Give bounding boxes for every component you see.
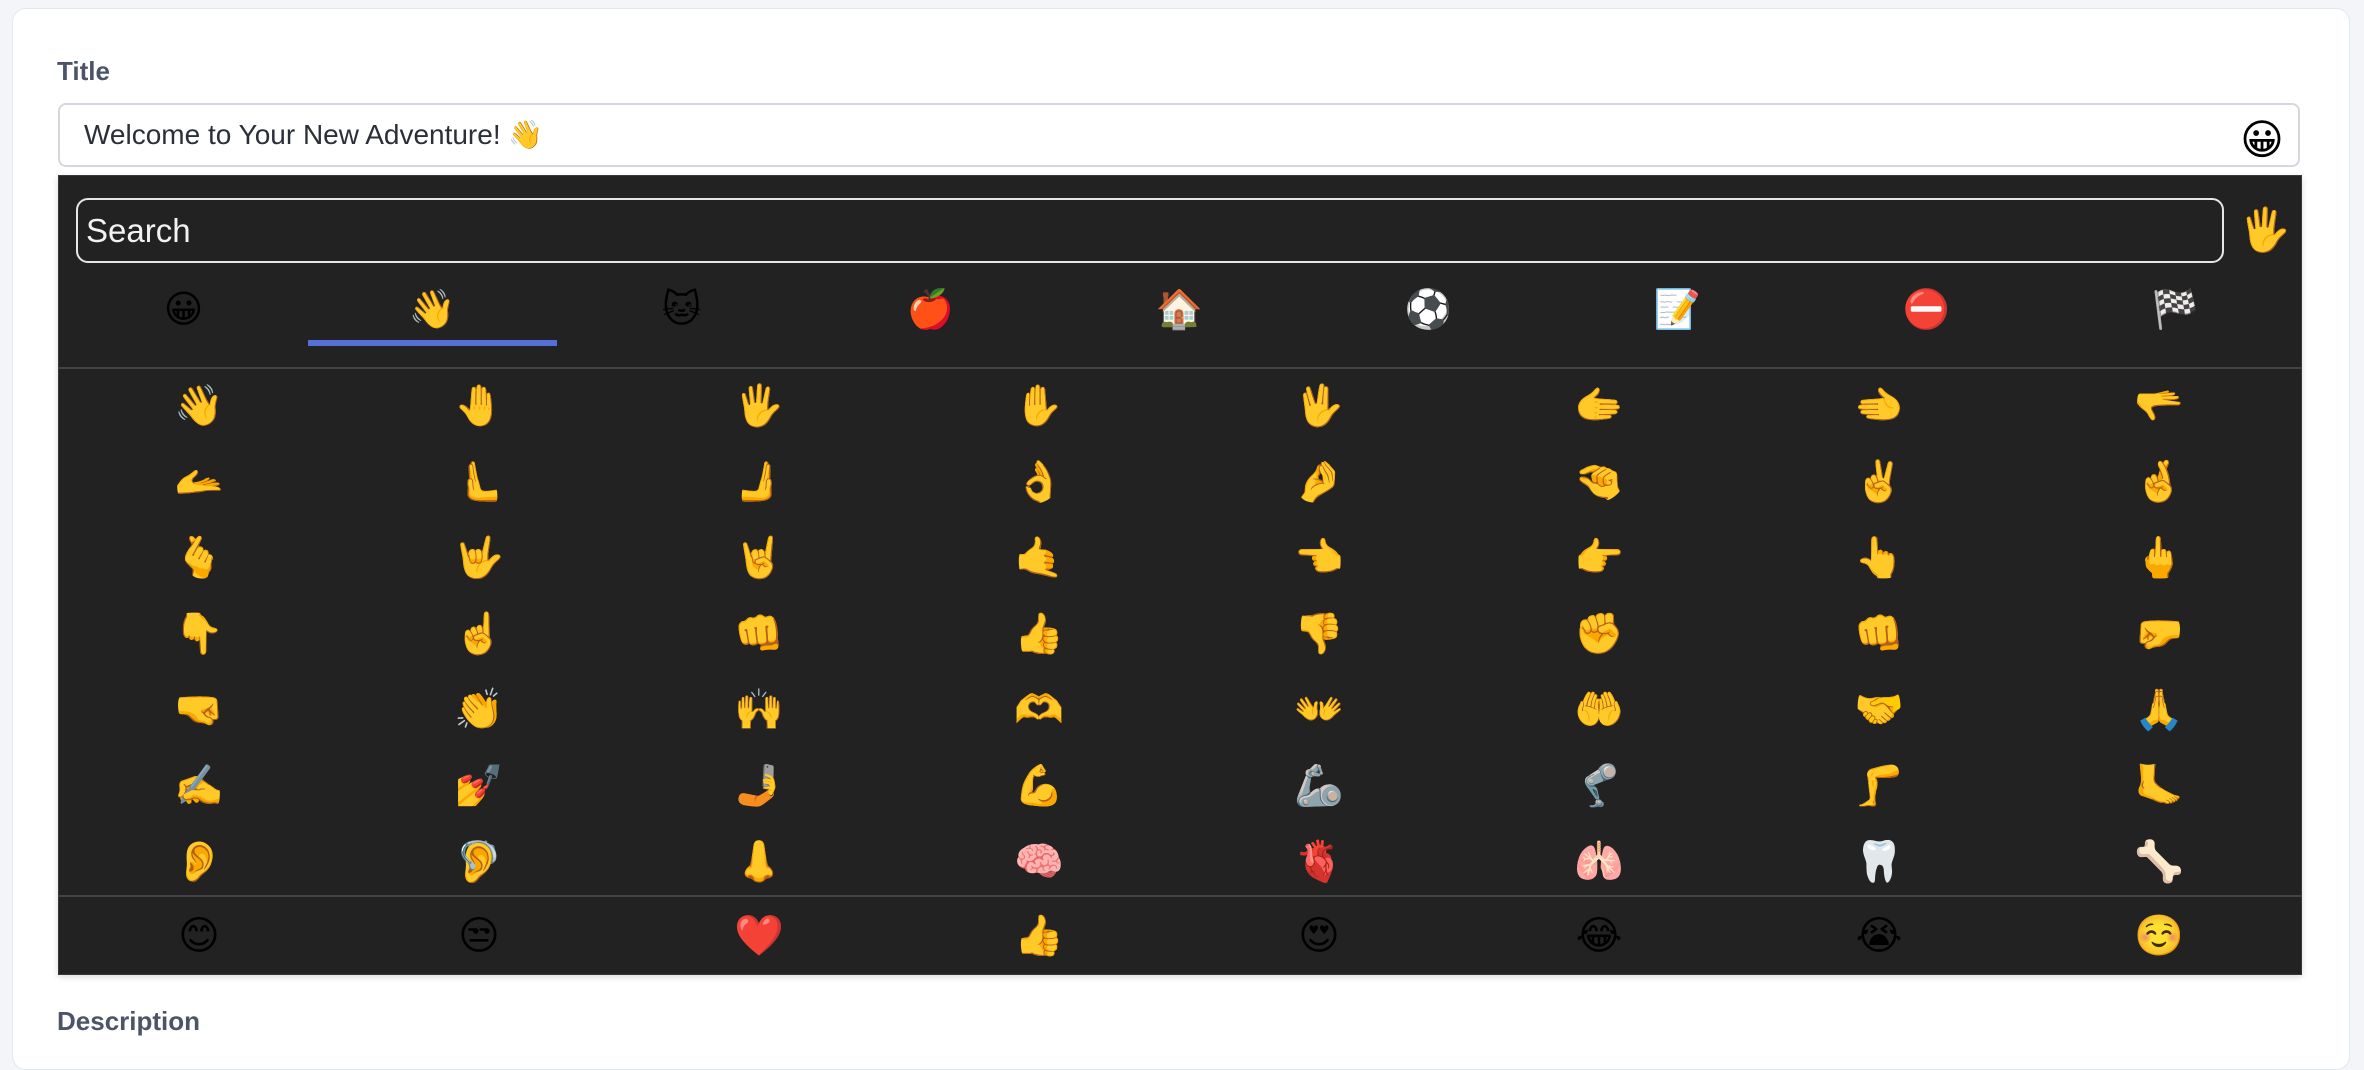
emoji-cell[interactable]: 👆 <box>1739 520 2019 596</box>
emoji-cell[interactable]: 🫳 <box>2019 368 2299 444</box>
tab-activities[interactable]: ⚽ <box>1304 276 1553 344</box>
emoji-cell[interactable]: 🦻 <box>339 824 619 900</box>
emoji-cell[interactable]: 💅 <box>339 748 619 824</box>
frequently-used-row: 😊 😒 ❤️ 👍 😍 😂 😭 ☺️ <box>59 898 2301 974</box>
emoji-cell[interactable]: 🫲 <box>1739 368 2019 444</box>
emoji-cell[interactable]: 👇 <box>59 596 339 672</box>
title-label: Title <box>57 56 110 86</box>
emoji-cell[interactable]: 🫷 <box>339 444 619 520</box>
tab-smileys[interactable]: 😀 <box>59 276 308 344</box>
title-input[interactable]: Welcome to Your New Adventure! 👋 <box>58 103 2300 167</box>
emoji-cell[interactable]: 🫁 <box>1459 824 1739 900</box>
emoji-cell[interactable]: 🦵 <box>1739 748 2019 824</box>
emoji-cell[interactable]: 💪 <box>899 748 1179 824</box>
emoji-cell[interactable]: ✋ <box>899 368 1179 444</box>
emoji-cell[interactable]: 🖖 <box>1179 368 1459 444</box>
frequent-divider <box>59 895 2301 897</box>
emoji-picker: Search 🖐 😀 👋 🐱 🍎 🏠 ⚽ 📝 ⛔ 🏁 👋 🤚 🖐 ✋ 🖖 🫱 🫲 🫳 🫴 🫷 🫸 👌 🤌 🤏 ✌️ 🤞 🫰 🤟 🤘 🤙… <box>58 175 2302 975</box>
emoji-cell[interactable]: 🫰 <box>59 520 339 596</box>
emoji-cell[interactable]: 🧠 <box>899 824 1179 900</box>
frequent-emoji-cell[interactable]: 👍 <box>899 898 1179 974</box>
emoji-cell[interactable]: 🤙 <box>899 520 1179 596</box>
frequent-emoji-cell[interactable]: ☺️ <box>2019 898 2299 974</box>
frequent-emoji-cell[interactable]: 😊 <box>59 898 339 974</box>
emoji-cell[interactable]: 🖕 <box>2019 520 2299 596</box>
emoji-cell[interactable]: 👌 <box>899 444 1179 520</box>
emoji-cell[interactable]: 🦶 <box>2019 748 2299 824</box>
emoji-cell[interactable]: 🫶 <box>899 672 1179 748</box>
emoji-cell[interactable]: 🤌 <box>1179 444 1459 520</box>
emoji-cell[interactable]: 👉 <box>1459 520 1739 596</box>
emoji-cell[interactable]: 🤛 <box>2019 596 2299 672</box>
emoji-cell[interactable]: 🫀 <box>1179 824 1459 900</box>
emoji-cell[interactable]: 🤏 <box>1459 444 1739 520</box>
emoji-cell[interactable]: 🦴 <box>2019 824 2299 900</box>
emoji-cell[interactable]: 🖐 <box>619 368 899 444</box>
emoji-cell[interactable]: ✊ <box>1459 596 1739 672</box>
frequent-emoji-cell[interactable]: 😂 <box>1459 898 1739 974</box>
tab-symbols[interactable]: ⛔ <box>1802 276 2051 344</box>
emoji-cell[interactable]: 👊 <box>1739 596 2019 672</box>
emoji-cell[interactable]: 🤳 <box>619 748 899 824</box>
emoji-category-tabs: 😀 👋 🐱 🍎 🏠 ⚽ 📝 ⛔ 🏁 <box>59 276 2301 346</box>
emoji-cell[interactable]: 🫴 <box>59 444 339 520</box>
emoji-cell[interactable]: 🙏 <box>2019 672 2299 748</box>
emoji-cell[interactable]: 👐 <box>1179 672 1459 748</box>
emoji-cell[interactable]: 🤘 <box>619 520 899 596</box>
tab-places[interactable]: 🏠 <box>1055 276 1304 344</box>
tab-people[interactable]: 👋 <box>308 276 557 346</box>
emoji-cell[interactable]: 👊 <box>619 596 899 672</box>
description-label: Description <box>57 1006 201 1036</box>
emoji-cell[interactable]: 👏 <box>339 672 619 748</box>
tab-objects[interactable]: 📝 <box>1553 276 1802 344</box>
emoji-picker-toggle-icon[interactable]: 😀 <box>2237 115 2287 165</box>
tab-animals[interactable]: 🐱 <box>557 276 806 344</box>
emoji-cell[interactable]: 🫸 <box>619 444 899 520</box>
emoji-cell[interactable]: 🦷 <box>1739 824 2019 900</box>
emoji-cell[interactable]: ✌️ <box>1739 444 2019 520</box>
emoji-cell[interactable]: 🦾 <box>1179 748 1459 824</box>
emoji-cell[interactable]: 👃 <box>619 824 899 900</box>
frequent-emoji-cell[interactable]: 😒 <box>339 898 619 974</box>
frequent-emoji-cell[interactable]: ❤️ <box>619 898 899 974</box>
emoji-search-input[interactable]: Search <box>76 198 2224 263</box>
emoji-cell[interactable]: 🫱 <box>1459 368 1739 444</box>
emoji-cell[interactable]: 🤝 <box>1739 672 2019 748</box>
frequent-emoji-cell[interactable]: 😭 <box>1739 898 2019 974</box>
emoji-cell[interactable]: 👈 <box>1179 520 1459 596</box>
emoji-cell[interactable]: 🤜 <box>59 672 339 748</box>
emoji-cell[interactable]: 🦿 <box>1459 748 1739 824</box>
emoji-cell[interactable]: 👂 <box>59 824 339 900</box>
emoji-cell[interactable]: 🤟 <box>339 520 619 596</box>
emoji-cell[interactable]: ✍️ <box>59 748 339 824</box>
emoji-cell[interactable]: 👍 <box>899 596 1179 672</box>
tab-flags[interactable]: 🏁 <box>2051 276 2300 344</box>
emoji-cell[interactable]: 🤞 <box>2019 444 2299 520</box>
emoji-cell[interactable]: 👋 <box>59 368 339 444</box>
emoji-cell[interactable]: ☝️ <box>339 596 619 672</box>
emoji-cell[interactable]: 👎 <box>1179 596 1459 672</box>
frequent-emoji-cell[interactable]: 😍 <box>1179 898 1459 974</box>
skin-tone-selector-icon[interactable]: 🖐 <box>2237 202 2293 258</box>
emoji-cell[interactable]: 🤚 <box>339 368 619 444</box>
emoji-cell[interactable]: 🤲 <box>1459 672 1739 748</box>
emoji-cell[interactable]: 🙌 <box>619 672 899 748</box>
tab-food[interactable]: 🍎 <box>806 276 1055 344</box>
